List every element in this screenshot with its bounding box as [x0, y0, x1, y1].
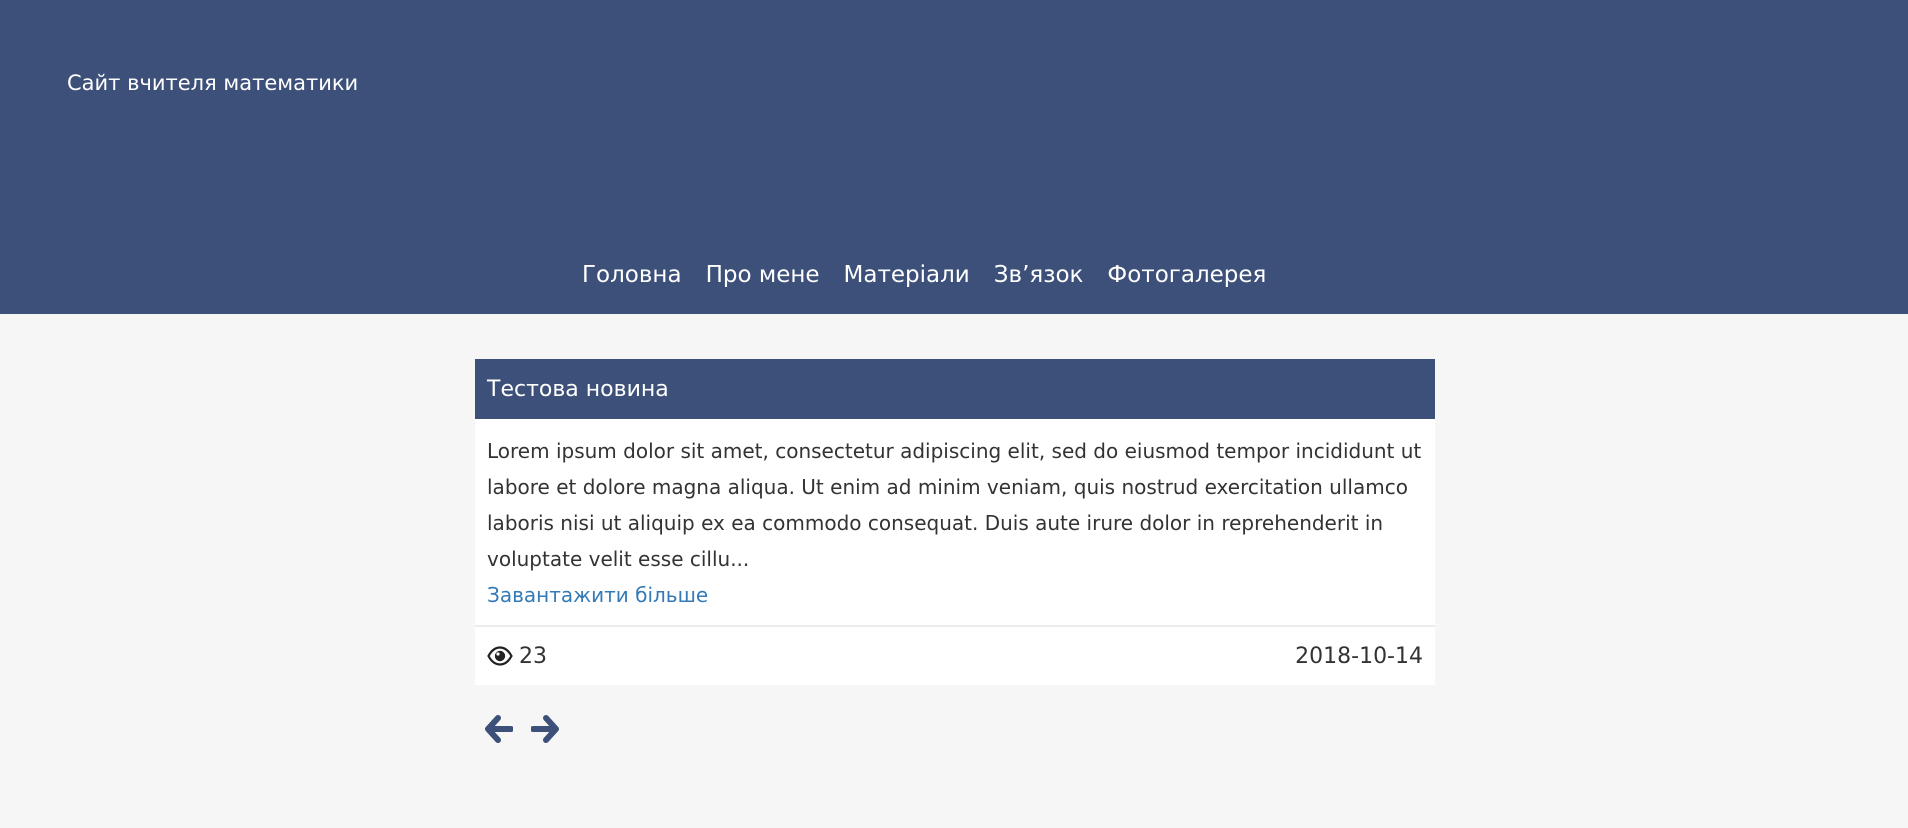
arrow-right-icon — [531, 715, 559, 743]
news-card-header: Тестова новина — [475, 359, 1435, 419]
news-card-footer: 23 2018-10-14 — [475, 625, 1435, 685]
news-title: Тестова новина — [487, 376, 669, 402]
news-card: Тестова новина Lorem ipsum dolor sit ame… — [475, 359, 1435, 685]
next-page-button[interactable] — [529, 712, 561, 746]
site-title[interactable]: Сайт вчителя математики — [67, 69, 358, 97]
views-counter: 23 — [487, 644, 547, 669]
nav-item-materials[interactable]: Матеріали — [844, 260, 970, 290]
news-card-body: Lorem ipsum dolor sit amet, consectetur … — [475, 419, 1435, 625]
eye-icon — [487, 646, 513, 666]
news-excerpt: Lorem ipsum dolor sit amet, consectetur … — [487, 439, 1422, 571]
nav-item-about[interactable]: Про мене — [706, 260, 820, 290]
views-count: 23 — [519, 643, 547, 669]
main-nav: Головна Про мене Матеріали Зв’язок Фотог… — [582, 260, 1266, 290]
nav-item-home[interactable]: Головна — [582, 260, 682, 290]
nav-item-contact[interactable]: Зв’язок — [994, 260, 1084, 290]
site-header: Сайт вчителя математики Головна Про мене… — [0, 0, 1908, 314]
arrow-left-icon — [485, 715, 513, 743]
load-more-link[interactable]: Завантажити більше — [487, 583, 708, 607]
prev-page-button[interactable] — [483, 712, 515, 746]
news-date: 2018-10-14 — [1295, 643, 1423, 669]
pagination — [483, 712, 561, 746]
nav-item-gallery[interactable]: Фотогалерея — [1107, 260, 1266, 290]
